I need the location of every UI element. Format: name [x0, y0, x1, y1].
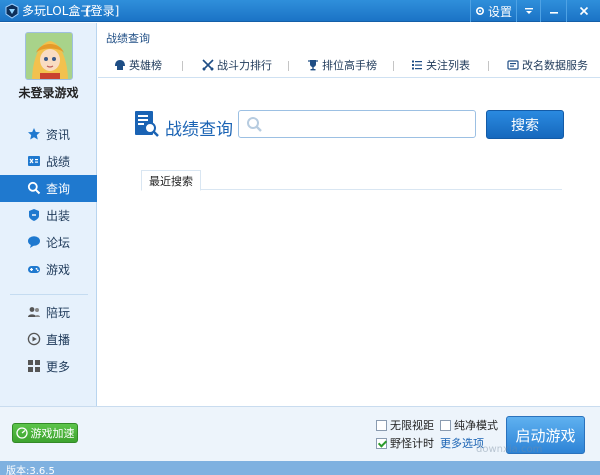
sidebar-item-label: 查询: [46, 182, 71, 196]
rename-card-icon: [507, 60, 519, 70]
sidebar-item-label: 资讯: [46, 128, 71, 142]
record-icon: [28, 156, 40, 166]
sidebar-item-record[interactable]: 战绩: [0, 148, 97, 175]
subnav-divider: [288, 61, 289, 71]
gamepad-icon: [28, 266, 40, 273]
settings-label: 设置: [487, 4, 512, 19]
sidebar-item-label: 论坛: [46, 236, 71, 250]
sidebar-item-label: 直播: [46, 333, 71, 347]
subnav-label: 英雄榜: [129, 59, 162, 72]
subnav-label: 战斗力排行: [217, 59, 272, 72]
sidebar-item-games[interactable]: 游戏: [0, 256, 97, 283]
option-clean-mode[interactable]: 纯净模式: [440, 417, 498, 433]
gear-icon: [475, 6, 484, 16]
search-box: [238, 110, 476, 138]
subnav-label: 改名数据服务: [522, 59, 588, 72]
minimize-button[interactable]: [540, 0, 566, 22]
subnav-power-rank[interactable]: 战斗力排行: [202, 57, 272, 73]
minimize-icon: [549, 12, 558, 14]
username[interactable]: 未登录游戏: [0, 84, 97, 101]
search-section-title: 战绩查询: [165, 120, 233, 140]
subnav-hero-rank[interactable]: 英雄榜: [114, 57, 162, 73]
skin-menu-button[interactable]: [516, 0, 540, 22]
sidebar-item-query[interactable]: 查询: [0, 175, 97, 202]
option-unlimited-view[interactable]: 无限视距: [376, 417, 434, 433]
sidebar-item-label: 陪玩: [46, 306, 71, 320]
subnav-divider: [393, 61, 394, 71]
sidebar-item-news[interactable]: 资讯: [0, 121, 97, 148]
record-search-icon: [135, 111, 159, 137]
recent-tab-underline: [141, 189, 562, 190]
option-label: 纯净模式: [454, 419, 498, 432]
sidebar-item-build[interactable]: 出装: [0, 202, 97, 229]
version-label: 版本:3.6.5: [6, 466, 55, 475]
checkbox-checked[interactable]: [376, 437, 387, 449]
gear-equip-icon: [29, 209, 39, 221]
option-label: 无限视距: [390, 419, 434, 432]
login-link[interactable]: [登录]: [86, 4, 119, 18]
dropdown-menu-icon: [524, 8, 533, 14]
grid-icon: [28, 360, 40, 372]
option-jungle-timer[interactable]: 野怪计时: [376, 435, 434, 451]
subnav-ranked-masters[interactable]: 排位高手榜: [307, 57, 377, 73]
app-logo-icon: [5, 3, 19, 19]
sidebar: 未登录游戏 资讯 战绩 查询 出装 论坛 游戏 陪玩 直播 更多: [0, 23, 97, 406]
status-bar: 版本:3.6.5: [0, 461, 600, 475]
speed-gauge-icon: [15, 427, 28, 439]
crossed-swords-icon: [202, 59, 214, 71]
sidebar-item-label: 更多: [46, 360, 71, 374]
trophy-icon: [308, 60, 318, 71]
sidebar-item-companion[interactable]: 陪玩: [0, 299, 97, 326]
subnav-follow-list[interactable]: 关注列表: [411, 57, 470, 73]
title-bar: 多玩LOL盒子 [登录] 设置: [0, 0, 600, 22]
search-input[interactable]: [269, 114, 469, 134]
search-button[interactable]: 搜索: [486, 110, 564, 139]
page-title: 战绩查询: [106, 32, 150, 45]
sidebar-item-label: 游戏: [46, 263, 71, 277]
checkbox[interactable]: [376, 419, 387, 431]
subnav-divider: [488, 61, 489, 71]
settings-button[interactable]: 设置: [470, 0, 516, 22]
close-button[interactable]: [566, 0, 600, 22]
checkbox[interactable]: [440, 419, 451, 431]
chat-bubble-icon: [28, 236, 40, 248]
sidebar-item-live[interactable]: 直播: [0, 326, 97, 353]
sub-navigation: 英雄榜 战斗力排行 排位高手榜 关注列表 改名数据服务: [98, 50, 600, 78]
helmet-icon: [115, 60, 125, 70]
subnav-rename-data[interactable]: 改名数据服务: [507, 57, 588, 73]
subnav-divider: [182, 61, 183, 71]
play-circle-icon: [27, 332, 41, 346]
list-icon: [412, 60, 422, 70]
search-icon: [247, 117, 262, 132]
accelerate-label: 游戏加速: [30, 427, 75, 440]
option-label: 野怪计时: [390, 437, 434, 450]
avatar-image: [26, 33, 72, 79]
sidebar-item-label: 出装: [46, 209, 71, 223]
game-accelerate-button[interactable]: 游戏加速: [12, 423, 78, 443]
subnav-label: 排位高手榜: [322, 59, 377, 72]
search-icon: [27, 181, 41, 195]
tab-recent-search[interactable]: 最近搜索: [141, 170, 201, 191]
sidebar-item-forum[interactable]: 论坛: [0, 229, 97, 256]
watermark: downxia.com: [476, 444, 543, 455]
avatar[interactable]: [25, 32, 73, 80]
close-icon: [579, 6, 588, 16]
sidebar-item-label: 战绩: [46, 155, 71, 169]
star-icon: [28, 128, 40, 140]
people-icon: [28, 307, 40, 317]
app-title: 多玩LOL盒子: [22, 4, 93, 18]
sidebar-divider: [10, 294, 88, 295]
subnav-label: 关注列表: [426, 59, 470, 72]
sidebar-item-more[interactable]: 更多: [0, 353, 97, 380]
